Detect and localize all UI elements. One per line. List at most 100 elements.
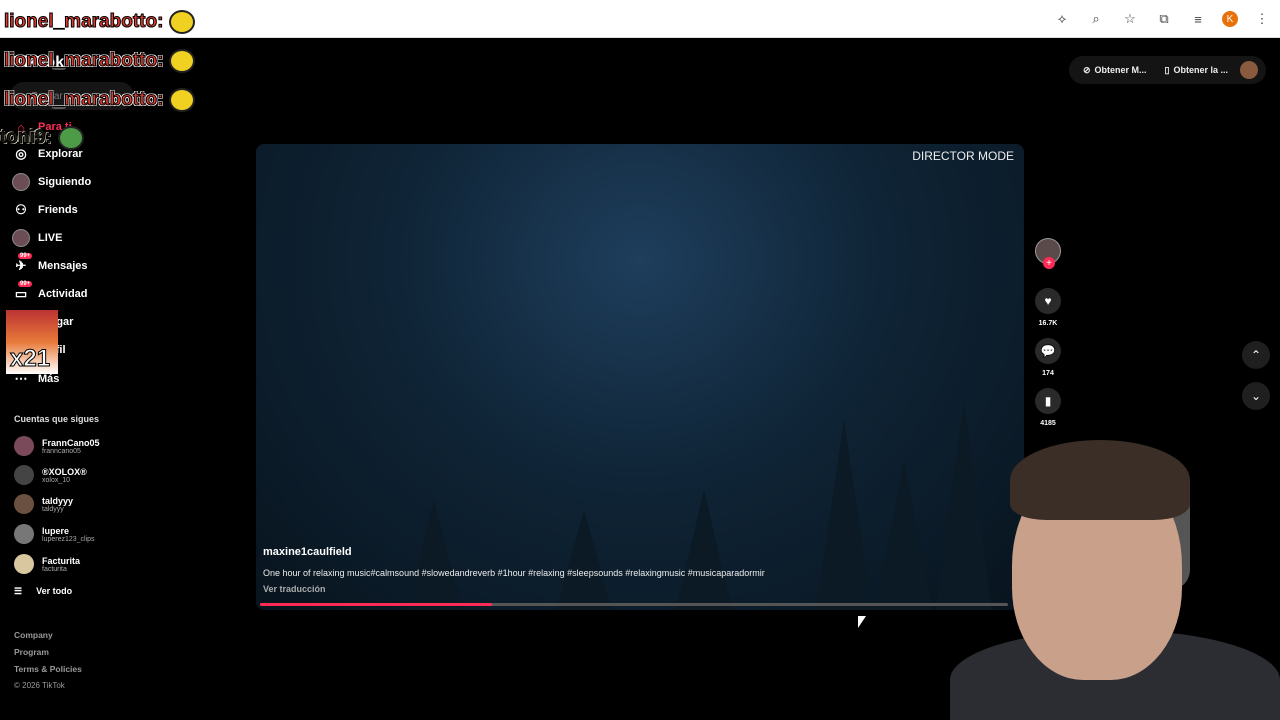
list-icon: ☰ [14,586,23,596]
tree-silhouette [676,490,732,610]
profile-avatar[interactable]: K [1222,11,1238,27]
comment-icon: 💬 [1035,338,1061,364]
get-desktop-label: Obtener la ... [1173,65,1228,75]
like-count: 16.7K [1038,320,1058,327]
top-actions: ⊘ Obtener M... ▯ Obtener la ... [1068,56,1266,84]
chat-username: lionel_marabotto: [3,89,164,111]
nav-item-live[interactable]: LIVE [12,227,62,249]
nav-item-mensajes[interactable]: ✈ 99+ Mensajes [12,253,88,277]
footer-copyright: © 2026 TikTok [14,681,65,690]
streamer-webcam [950,430,1280,720]
webcam-hair [1010,440,1190,520]
like-button[interactable]: ♥ 16.7K [1034,288,1062,327]
creator-avatar: + [1035,238,1061,269]
see-all-button[interactable]: ☰ Ver todo [14,586,72,597]
download-icon: ⊘ [1082,64,1091,75]
nav-item-actividad[interactable]: ▭ 99+ Actividad [12,281,88,305]
heart-icon: ♥ [1035,288,1061,314]
emote-icon [169,10,196,34]
chat-message: lionel_marabotto: [3,49,196,73]
chat-username: lionel_marabotto: [3,11,164,33]
footer-terms-link[interactable]: Terms & Policies [14,664,82,674]
get-desktop-app-button[interactable]: ▯ Obtener la ... [1159,65,1234,76]
translate-link[interactable]: Ver traducción [263,584,326,594]
avatar [14,494,34,514]
creator-avatar-button[interactable]: + [1034,238,1062,269]
nav-label: Más [38,373,60,385]
account-name: FrannCano05 [42,437,100,448]
chat-username: toni9: [0,127,52,149]
director-mode-label: DIRECTOR MODE [912,149,1014,163]
footer-company-link[interactable]: Company [14,630,53,640]
tree-silhouette [406,500,462,610]
following-icon [12,173,30,191]
save-count: 4185 [1040,420,1056,427]
avatar [14,465,34,485]
nav-label: Actividad [38,288,88,300]
activity-icon: ▭ 99+ [14,281,33,301]
previous-video-button[interactable]: ⌃ [1242,341,1270,369]
chat-message: lionel_marabotto: [3,88,196,112]
tree-silhouette [556,510,612,610]
media-controls-icon[interactable]: ≡ [1188,9,1208,29]
chat-message: lionel_marabotto: [3,10,196,34]
nav-label: Mensajes [38,260,88,272]
account-handle: facturita [42,565,67,573]
get-app-button[interactable]: ⊘ Obtener M... [1077,65,1153,76]
chat-message: toni9: [0,126,84,150]
nav-item-siguiendo[interactable]: Siguiendo [12,171,91,193]
phone-icon: ▯ [1164,64,1170,75]
emote-icon [169,49,196,73]
account-name: Facturita [42,555,81,566]
nav-item-friends[interactable]: ⚇ Friends [12,199,78,221]
user-avatar[interactable] [1240,61,1258,79]
video-player[interactable]: DIRECTOR MODE maxine1caulfield One hour … [256,144,1024,610]
messages-badge: 99+ [18,253,33,259]
get-app-label: Obtener M... [1094,65,1147,75]
footer-program-link[interactable]: Program [14,647,49,657]
video-username[interactable]: maxine1caulfield [263,546,352,558]
comment-count: 174 [1042,370,1054,377]
account-name: ®XOLOX® [42,466,87,477]
video-progress-bar[interactable] [260,603,1008,606]
friends-icon: ⚇ [15,202,27,217]
nav-label: Siguiendo [38,176,92,188]
account-handle: franncano05 [42,447,81,455]
save-button[interactable]: ▮ 4185 [1034,388,1062,427]
following-account[interactable]: FrannCano05 franncano05 [14,436,100,456]
chevron-down-icon: ⌄ [1250,389,1262,403]
following-section-title: Cuentas que sigues [14,414,100,424]
account-handle: luperez123_clips [42,535,95,543]
extensions-icon[interactable]: ⧉ [1154,9,1174,29]
see-all-label: Ver todo [36,586,73,596]
avatar [14,524,34,544]
zoom-icon[interactable]: ⌕ [1086,9,1106,29]
chevron-up-icon: ⌃ [1250,348,1262,362]
menu-kebab-icon[interactable]: ⋮ [1252,9,1272,29]
account-name: lupere [42,525,70,536]
following-account[interactable]: taldyyy taldyyy [14,494,73,514]
follow-plus-icon[interactable]: + [1043,257,1055,269]
bookmark-star-icon[interactable]: ☆ [1120,9,1140,29]
video-caption: One hour of relaxing music#calmsound #sl… [263,568,765,578]
activity-badge: 99+ [18,281,33,287]
tree-silhouette [816,420,872,610]
account-handle: xolox_10 [42,476,71,484]
nav-label: LIVE [38,232,63,244]
avatar [14,554,34,574]
account-handle: taldyyy [42,505,64,513]
following-account[interactable]: ®XOLOX® xolox_10 [14,465,87,485]
account-name: taldyyy [42,495,74,506]
translate-icon[interactable]: ⟡ [1052,9,1072,29]
following-account[interactable]: Facturita facturita [14,554,80,574]
following-account[interactable]: lupere luperez123_clips [14,524,95,544]
avatar [14,436,34,456]
messages-icon: ✈ 99+ [15,253,33,273]
comment-button[interactable]: 💬 174 [1034,338,1062,377]
chat-username: lionel_marabotto: [3,50,164,72]
live-icon [12,229,30,247]
mouse-cursor-icon [858,616,866,628]
bookmark-icon: ▮ [1035,388,1061,414]
tree-silhouette [876,460,932,610]
next-video-button[interactable]: ⌄ [1242,382,1270,410]
